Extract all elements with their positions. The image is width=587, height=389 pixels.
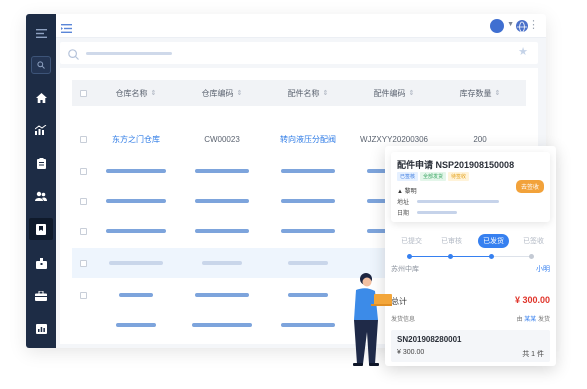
- order-card: 配件申请 NSP201908150008 已签核 全部发货 待签收 去签收 ▲ …: [391, 152, 550, 222]
- more-icon[interactable]: ⋮: [528, 18, 539, 32]
- applicant: ▲ 黎明: [397, 186, 417, 195]
- person-with-laptop-illustration: [338, 272, 398, 373]
- placeholder-bar: [417, 200, 500, 203]
- users-icon[interactable]: [26, 185, 56, 207]
- step-shipped: 已发货: [478, 234, 509, 248]
- globe-icon[interactable]: [516, 20, 528, 33]
- placeholder-cell: [86, 310, 186, 340]
- sidebar-search-icon[interactable]: [31, 56, 51, 74]
- ship-info-row: 发货信息 由 某某 发货: [391, 314, 550, 323]
- placeholder-cell: [172, 248, 272, 278]
- step-dot: [529, 254, 534, 259]
- status-badge: 全部发货: [420, 172, 447, 181]
- progress-steps: 已提交 已审核 已发货 已签收 苏州中库 小明: [391, 234, 550, 276]
- shipper-link[interactable]: 某某: [524, 317, 536, 323]
- search-icon: [68, 47, 79, 65]
- warehouse-code: CW00023: [204, 134, 240, 144]
- shipment-number: SN201908280001: [397, 335, 462, 344]
- ship-info-value: 由 某某 发货: [516, 317, 550, 323]
- placeholder-cell: [172, 186, 272, 216]
- step-received: 已签收: [523, 238, 544, 245]
- placeholder-cell: [172, 310, 272, 340]
- total-row: 总计 ¥ 300.00: [391, 295, 550, 307]
- header-stock-qty[interactable]: 库存数量 ⇕: [430, 80, 530, 106]
- briefcase-icon[interactable]: [26, 285, 56, 307]
- shipment-card[interactable]: SN201908280001 ¥ 300.00 共 1 件: [391, 330, 550, 362]
- analytics-icon[interactable]: [26, 119, 56, 141]
- total-amount: ¥ 300.00: [514, 295, 550, 305]
- header-part-code[interactable]: 配件编码 ⇕: [344, 80, 444, 106]
- placeholder-cell: [258, 216, 358, 246]
- placeholder-cell: [86, 280, 186, 310]
- address-line: 地址: [397, 197, 500, 206]
- sidebar: [26, 14, 56, 348]
- header-part-name[interactable]: 配件名称 ⇕: [258, 80, 358, 106]
- shipment-qty: 共 1 件: [522, 351, 544, 358]
- placeholder-cell: [172, 156, 272, 186]
- top-bar: ▼ ⋮: [56, 14, 546, 38]
- step-dot: [407, 254, 412, 259]
- placeholder-cell: [86, 248, 186, 278]
- part-name-link[interactable]: 转向液压分配阀: [258, 124, 358, 154]
- home-icon[interactable]: [26, 87, 56, 109]
- chevron-down-icon[interactable]: ▼: [507, 21, 514, 28]
- menu-toggle-icon[interactable]: [61, 20, 72, 38]
- report-icon[interactable]: [26, 318, 56, 340]
- sort-icon: ⇕: [494, 90, 501, 97]
- user-icon: ▲: [397, 189, 403, 195]
- status-badge: 待签收: [448, 172, 470, 181]
- sort-icon: ⇕: [322, 90, 329, 97]
- step-dot: [489, 254, 494, 259]
- date-label: 日期: [397, 211, 410, 217]
- applicant-name: 黎明: [404, 189, 417, 195]
- placeholder-cell: [86, 186, 186, 216]
- search-bar[interactable]: ★: [60, 42, 538, 64]
- order-tags: 已签核 全部发货 待签收: [397, 172, 470, 181]
- placeholder-cell: [86, 216, 186, 246]
- step-dot: [448, 254, 453, 259]
- collapse-menu-icon[interactable]: [26, 22, 56, 44]
- star-icon[interactable]: ★: [518, 45, 528, 58]
- step-reviewed: 已审核: [441, 238, 462, 245]
- sort-icon: ⇕: [236, 90, 243, 97]
- table-header: 仓库名称 ⇕ 仓库编码 ⇕ 配件名称 ⇕ 配件编码 ⇕ 库存数量 ⇕: [72, 80, 526, 106]
- order-title: 配件申请 NSP201908150008: [397, 160, 515, 170]
- sign-receipt-button[interactable]: 去签收: [515, 180, 544, 193]
- placeholder-cell: [258, 186, 358, 216]
- header-warehouse-code[interactable]: 仓库编码 ⇕: [172, 80, 272, 106]
- header-warehouse-name[interactable]: 仓库名称 ⇕: [86, 80, 186, 106]
- placeholder-cell: [86, 156, 186, 186]
- bookmark-icon[interactable]: [29, 218, 53, 240]
- order-detail-panel: 配件申请 NSP201908150008 已签核 全部发货 待签收 去签收 ▲ …: [385, 146, 556, 366]
- step-submitted: 已提交: [401, 238, 422, 245]
- sort-icon: ⇕: [150, 90, 157, 97]
- placeholder-bar: [417, 211, 458, 214]
- search-placeholder-bar: [86, 52, 172, 55]
- date-line: 日期: [397, 208, 458, 217]
- route-to[interactable]: 小明: [536, 264, 550, 274]
- package-icon[interactable]: [26, 252, 56, 274]
- warehouse-name-link[interactable]: 东方之门仓库: [86, 124, 186, 154]
- sort-icon: ⇕: [408, 90, 415, 97]
- placeholder-cell: [172, 280, 272, 310]
- status-badge: 已签核: [397, 172, 419, 181]
- placeholder-cell: [258, 156, 358, 186]
- placeholder-cell: [172, 216, 272, 246]
- avatar[interactable]: [490, 19, 504, 33]
- address-label: 地址: [397, 200, 410, 206]
- document-icon[interactable]: [26, 152, 56, 174]
- shipment-amount: ¥ 300.00: [397, 349, 425, 356]
